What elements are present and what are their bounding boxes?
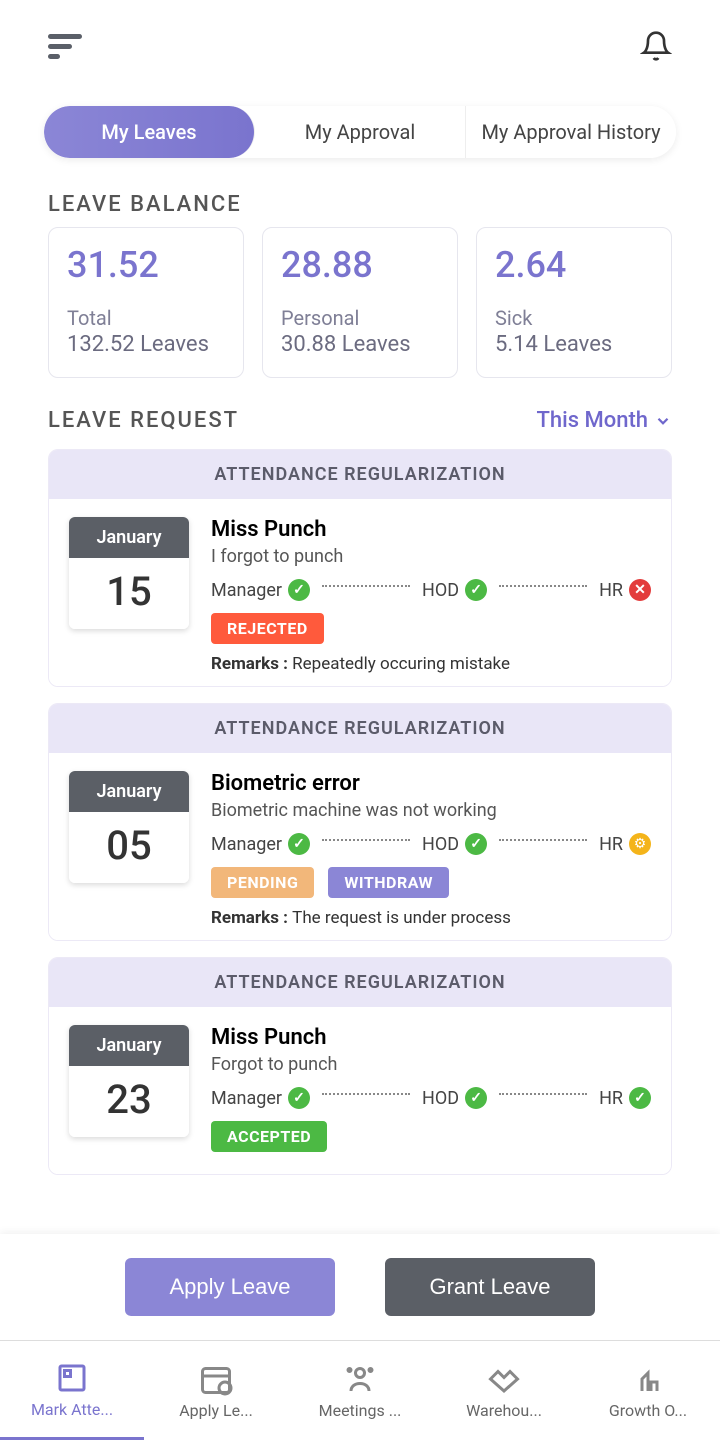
status-badge-rejected: REJECTED (211, 613, 324, 644)
apply-leave-button[interactable]: Apply Leave (125, 1258, 335, 1316)
leave-card: ATTENDANCE REGULARIZATION January 05 Bio… (48, 703, 672, 941)
approval-chain: Manager ✓ HOD ✓ HR ✓ (211, 1087, 651, 1109)
status-badge-pending: PENDING (211, 867, 314, 898)
date-box: January 15 (69, 517, 189, 629)
menu-icon[interactable] (48, 34, 82, 62)
date-day: 23 (69, 1066, 189, 1137)
balance-sub: 5.14 Leaves (495, 332, 653, 357)
balance-card-sick: 2.64 Sick 5.14 Leaves (476, 227, 672, 378)
tab-my-approval-history[interactable]: My Approval History (466, 106, 676, 158)
bell-icon[interactable] (640, 30, 672, 66)
nav-mark-attendance[interactable]: Mark Atte... (0, 1341, 144, 1440)
card-subtitle: Biometric machine was not working (211, 800, 651, 821)
month-filter[interactable]: This Month (536, 408, 672, 433)
nav-label: Warehou... (466, 1401, 542, 1420)
balance-sub: 132.52 Leaves (67, 332, 225, 357)
check-icon: ✓ (629, 1087, 651, 1109)
balance-label: Total (67, 306, 225, 330)
remarks: Remarks : Repeatedly occuring mistake (211, 654, 651, 674)
tab-my-leaves[interactable]: My Leaves (44, 106, 255, 158)
leave-card: ATTENDANCE REGULARIZATION January 15 Mis… (48, 449, 672, 687)
balance-label: Personal (281, 306, 439, 330)
chain-manager: Manager (211, 580, 282, 601)
nav-label: Meetings ... (319, 1401, 402, 1420)
card-title: Biometric error (211, 771, 651, 796)
check-icon: ✓ (465, 1087, 487, 1109)
tab-my-approval[interactable]: My Approval (255, 106, 466, 158)
check-icon: ✓ (288, 833, 310, 855)
chain-hr: HR (599, 580, 623, 601)
card-head: ATTENDANCE REGULARIZATION (49, 704, 671, 753)
action-bar: Apply Leave Grant Leave (0, 1234, 720, 1340)
status-badge-accepted: ACCEPTED (211, 1121, 327, 1152)
nav-label: Apply Le... (179, 1401, 253, 1420)
month-filter-label: This Month (536, 408, 648, 433)
card-subtitle: Forgot to punch (211, 1054, 651, 1075)
check-icon: ✓ (465, 833, 487, 855)
card-title: Miss Punch (211, 517, 651, 542)
check-icon: ✓ (465, 579, 487, 601)
chain-hr: HR (599, 834, 623, 855)
chain-hod: HOD (422, 580, 459, 601)
handshake-icon (486, 1361, 522, 1397)
balance-card-personal: 28.88 Personal 30.88 Leaves (262, 227, 458, 378)
balance-title: LEAVE BALANCE (48, 192, 672, 217)
card-head: ATTENDANCE REGULARIZATION (49, 958, 671, 1007)
chain-hod: HOD (422, 1088, 459, 1109)
nav-meetings[interactable]: Meetings ... (288, 1341, 432, 1440)
nav-warehouse[interactable]: Warehou... (432, 1341, 576, 1440)
pending-icon: ⚙ (629, 833, 651, 855)
leave-card: ATTENDANCE REGULARIZATION January 23 Mis… (48, 957, 672, 1175)
check-icon: ✓ (288, 579, 310, 601)
date-day: 05 (69, 812, 189, 883)
team-icon (342, 1361, 378, 1397)
nav-label: Growth O... (609, 1401, 687, 1420)
date-month: January (69, 1025, 189, 1066)
balance-value: 2.64 (495, 244, 653, 286)
date-day: 15 (69, 558, 189, 629)
balance-card-total: 31.52 Total 132.52 Leaves (48, 227, 244, 378)
chevron-down-icon (654, 412, 672, 430)
cross-icon: ✕ (629, 579, 651, 601)
nav-growth[interactable]: Growth O... (576, 1341, 720, 1440)
calendar-icon (198, 1361, 234, 1397)
date-month: January (69, 517, 189, 558)
grant-leave-button[interactable]: Grant Leave (385, 1258, 595, 1316)
date-month: January (69, 771, 189, 812)
growth-icon (630, 1361, 666, 1397)
withdraw-button[interactable]: WITHDRAW (328, 867, 449, 898)
nav-label: Mark Atte... (31, 1400, 113, 1419)
balance-value: 31.52 (67, 244, 225, 286)
chain-hod: HOD (422, 834, 459, 855)
date-box: January 05 (69, 771, 189, 883)
balance-label: Sick (495, 306, 653, 330)
date-box: January 23 (69, 1025, 189, 1137)
request-title: LEAVE REQUEST (48, 408, 239, 433)
remarks: Remarks : The request is under process (211, 908, 651, 928)
balance-sub: 30.88 Leaves (281, 332, 439, 357)
approval-chain: Manager ✓ HOD ✓ HR ✕ (211, 579, 651, 601)
tabs: My Leaves My Approval My Approval Histor… (44, 106, 676, 158)
approval-chain: Manager ✓ HOD ✓ HR ⚙ (211, 833, 651, 855)
chain-manager: Manager (211, 1088, 282, 1109)
chain-hr: HR (599, 1088, 623, 1109)
card-title: Miss Punch (211, 1025, 651, 1050)
check-icon: ✓ (288, 1087, 310, 1109)
bottom-nav: Mark Atte... Apply Le... Meetings ... Wa… (0, 1340, 720, 1440)
attendance-icon (54, 1360, 90, 1396)
card-head: ATTENDANCE REGULARIZATION (49, 450, 671, 499)
nav-apply-leave[interactable]: Apply Le... (144, 1341, 288, 1440)
chain-manager: Manager (211, 834, 282, 855)
card-subtitle: I forgot to punch (211, 546, 651, 567)
balance-value: 28.88 (281, 244, 439, 286)
